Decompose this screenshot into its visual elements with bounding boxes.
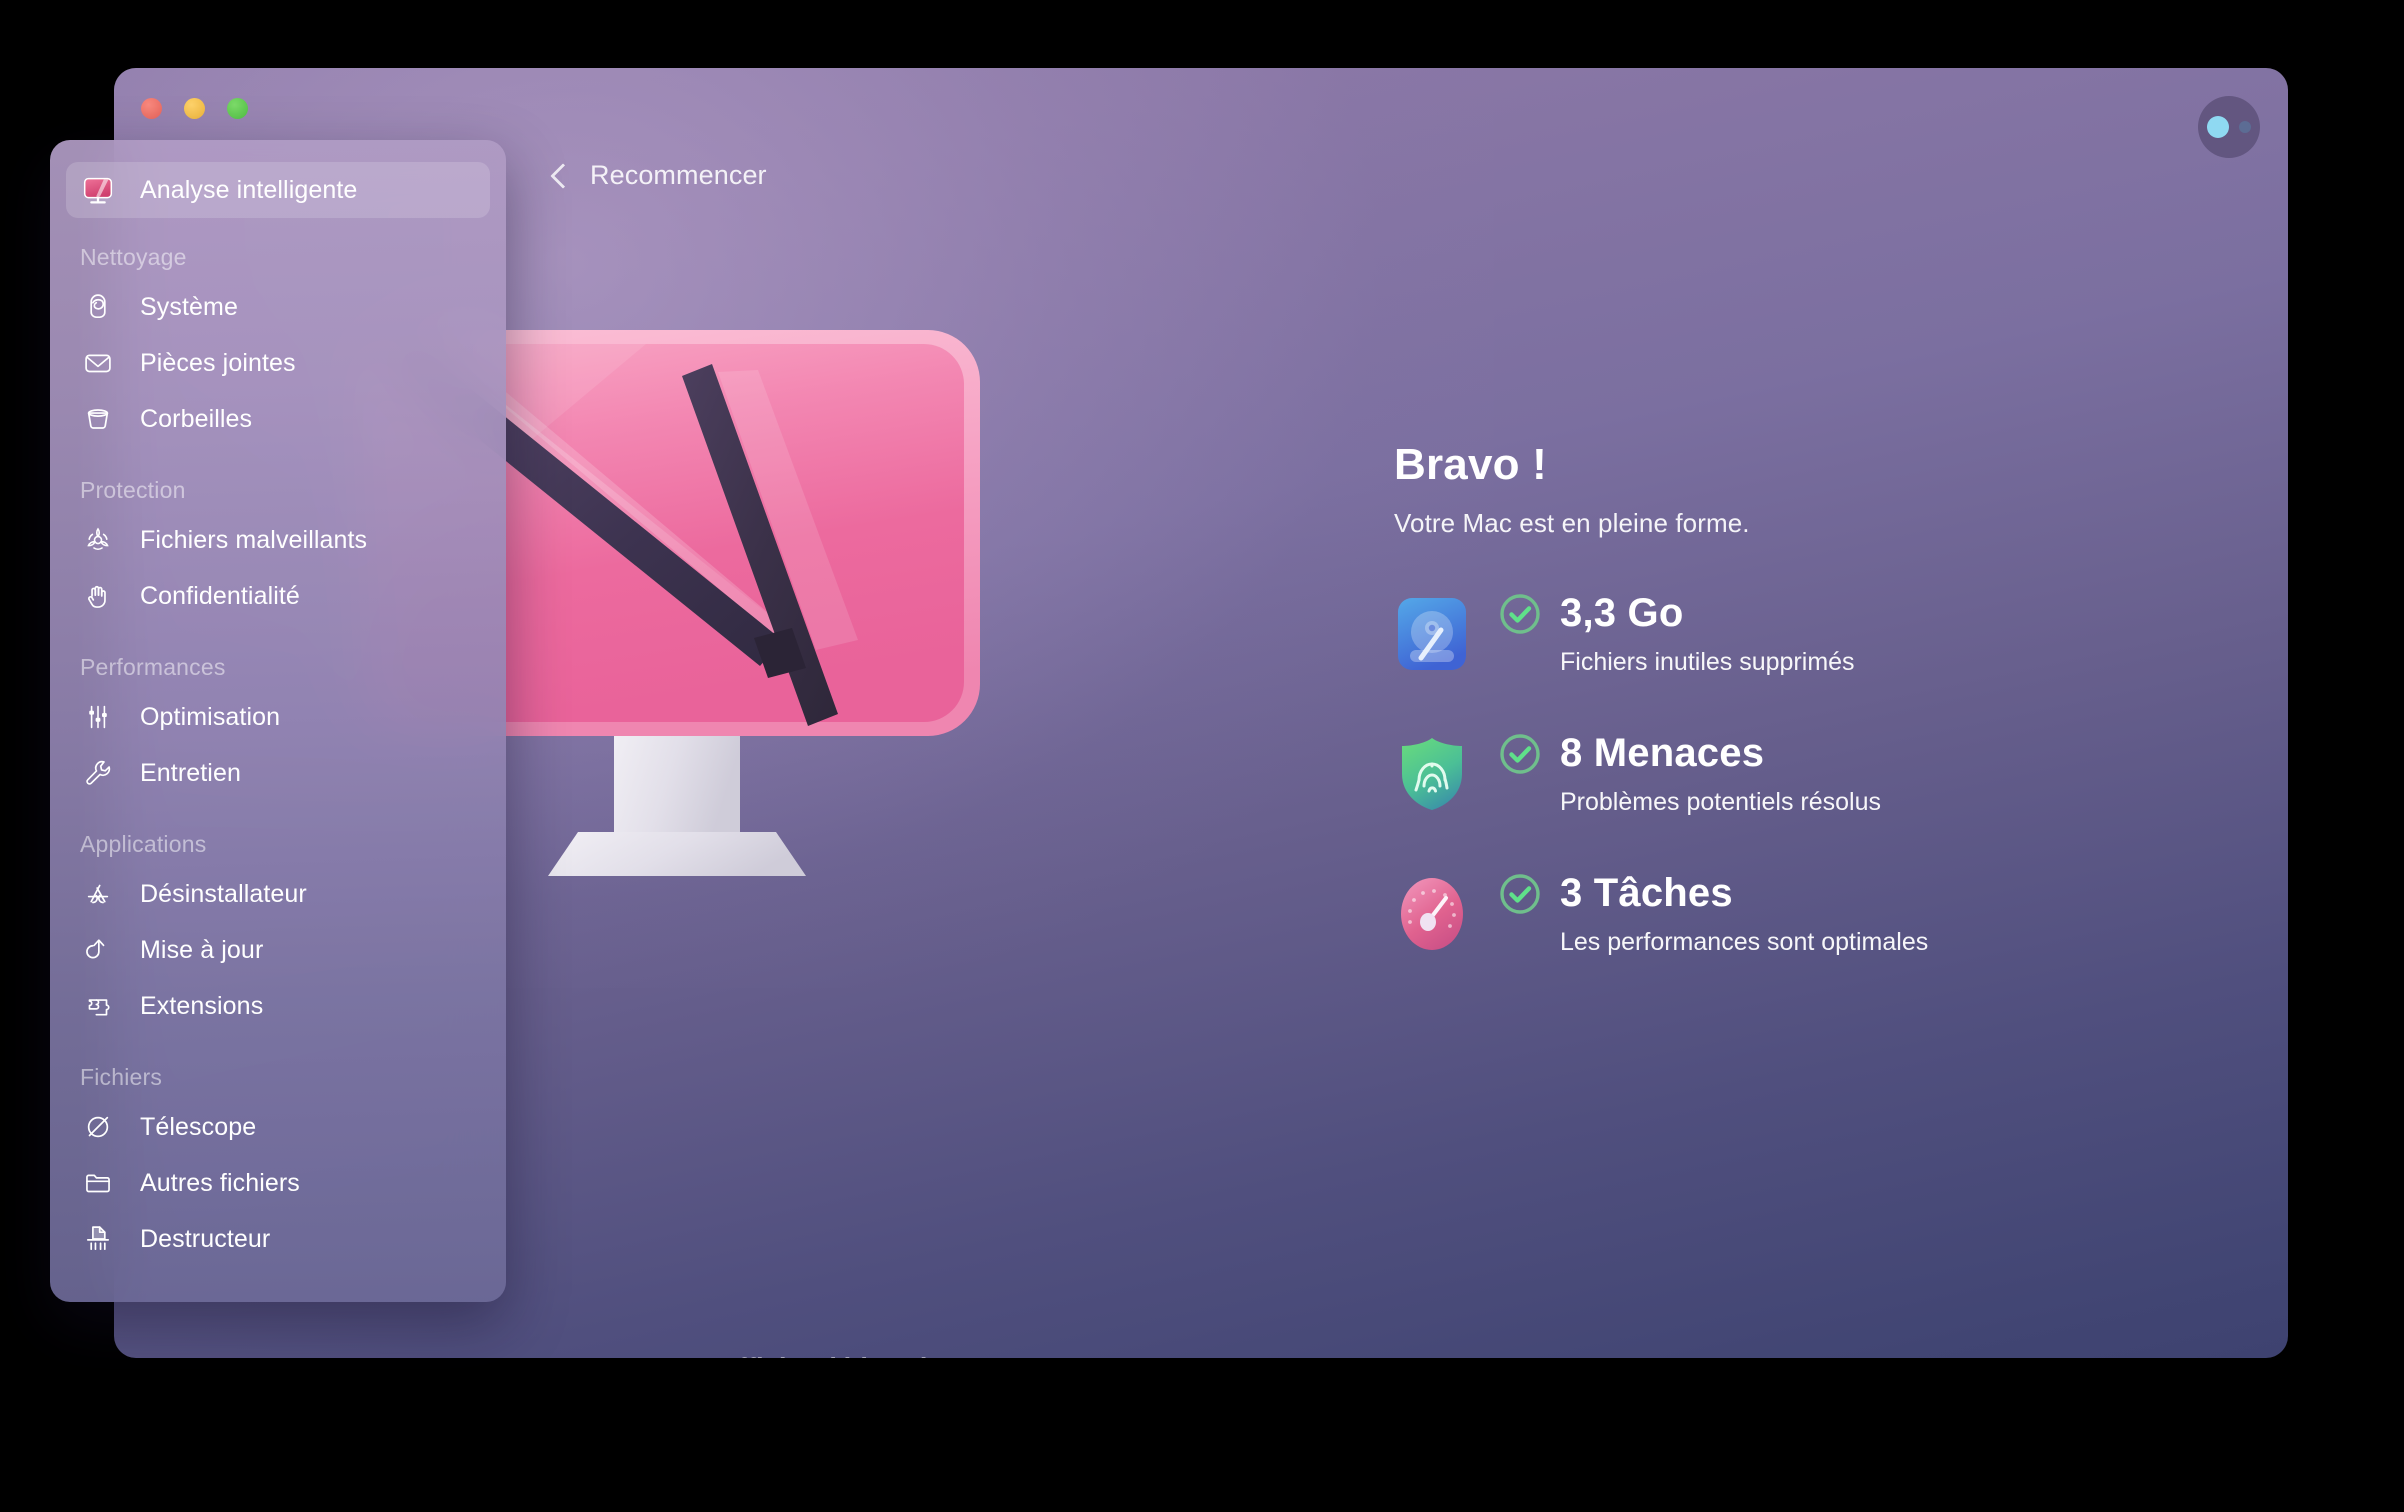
- sidebar-item-label: Mise à jour: [140, 935, 264, 964]
- speedometer-icon: [1394, 876, 1470, 952]
- result-text: 3,3 Go Fichiers inutiles supprimés: [1498, 591, 1855, 677]
- sidebar-group-protection: Protection: [80, 477, 186, 503]
- system-junk-icon: [78, 287, 118, 327]
- result-title-line: 8 Menaces: [1498, 731, 1881, 776]
- malware-biohazard-icon: [78, 520, 118, 560]
- result-caption: Les performances sont optimales: [1560, 928, 1929, 956]
- zoom-button[interactable]: [227, 98, 248, 119]
- sidebar-item-extensions[interactable]: Extensions: [66, 978, 490, 1034]
- sidebar-item-privacy[interactable]: Confidentialité: [66, 568, 490, 624]
- sidebar-item-label: Fichiers malveillants: [140, 525, 368, 554]
- shield-fingerprint-icon: [1394, 736, 1470, 812]
- traffic-lights: [141, 98, 248, 119]
- result-text: 8 Menaces Problèmes potentiels résolus: [1498, 731, 1881, 817]
- sidebar-item-label: Optimisation: [140, 702, 281, 731]
- result-text: 3 Tâches Les performances sont optimales: [1498, 871, 1928, 957]
- check-circle-icon: [1498, 592, 1542, 636]
- sidebar-item-trash-bins[interactable]: Corbeilles: [66, 391, 490, 447]
- sidebar-item-other-files[interactable]: Autres fichiers: [66, 1155, 490, 1211]
- sidebar-item-label: Télescope: [140, 1112, 257, 1141]
- sidebar-item-updater[interactable]: Mise à jour: [66, 922, 490, 978]
- page-subtitle: Votre Mac est en pleine forme.: [1394, 508, 1750, 538]
- shredder-icon: [78, 1219, 118, 1259]
- space-lens-planet-icon: [78, 1107, 118, 1147]
- app-store-uninstaller-icon: [78, 874, 118, 914]
- sidebar-group-cleanup: Nettoyage: [80, 244, 187, 270]
- sidebar: Analyse intelligente Nettoyage Système P…: [50, 140, 506, 1302]
- result-value: 8 Menaces: [1560, 731, 1765, 775]
- sidebar-item-shredder[interactable]: Destructeur: [66, 1211, 490, 1267]
- privacy-hand-icon: [78, 576, 118, 616]
- result-row: 8 Menaces Problèmes potentiels résolus: [1394, 731, 2214, 817]
- minimize-button[interactable]: [184, 98, 205, 119]
- result-value: 3,3 Go: [1560, 591, 1684, 635]
- sidebar-item-label: Confidentialité: [140, 581, 300, 610]
- sidebar-group-files: Fichiers: [80, 1064, 163, 1090]
- scan-results-panel: Bravo ! Votre Mac est en pleine forme. 3…: [1394, 440, 2214, 1011]
- sidebar-group-performance: Performances: [80, 654, 226, 680]
- screen: Bravo ! Votre Mac est en pleine forme. 3…: [0, 0, 2404, 1512]
- sidebar-item-maintenance[interactable]: Entretien: [66, 745, 490, 801]
- smart-scan-icon: [78, 170, 118, 210]
- mail-attachments-icon: [78, 343, 118, 383]
- check-circle-icon: [1498, 732, 1542, 776]
- sidebar-item-label: Entretien: [140, 758, 241, 787]
- page-title: Bravo !: [1394, 440, 1547, 489]
- sidebar-item-space-lens[interactable]: Télescope: [66, 1099, 490, 1155]
- restart-scan-button[interactable]: Recommencer: [550, 160, 767, 191]
- hard-drive-icon: [1394, 596, 1470, 672]
- sidebar-item-label: Autres fichiers: [140, 1168, 300, 1197]
- trash-bins-icon: [78, 399, 118, 439]
- show-history-link[interactable]: Afficher l'historique: [718, 1353, 976, 1358]
- updater-arrow-icon: [78, 930, 118, 970]
- wrench-icon: [78, 753, 118, 793]
- results-list: 3,3 Go Fichiers inutiles supprimés 8 Men…: [1394, 591, 2214, 957]
- close-button[interactable]: [141, 98, 162, 119]
- result-title-line: 3,3 Go: [1498, 591, 1855, 636]
- result-caption: Fichiers inutiles supprimés: [1560, 648, 1855, 676]
- check-circle-icon: [1498, 872, 1542, 916]
- result-caption: Problèmes potentiels résolus: [1560, 788, 1881, 816]
- sidebar-item-uninstaller[interactable]: Désinstallateur: [66, 866, 490, 922]
- sidebar-item-label: Système: [140, 292, 238, 321]
- sidebar-item-label: Analyse intelligente: [140, 175, 358, 204]
- sidebar-item-smart-scan[interactable]: Analyse intelligente: [66, 162, 490, 218]
- menu-orb-button[interactable]: [2198, 96, 2260, 158]
- restart-scan-label: Recommencer: [590, 160, 767, 190]
- result-title-line: 3 Tâches: [1498, 871, 1928, 916]
- sidebar-item-label: Extensions: [140, 991, 264, 1020]
- sidebar-item-label: Désinstallateur: [140, 879, 307, 908]
- sliders-icon: [78, 697, 118, 737]
- puzzle-extension-icon: [78, 986, 118, 1026]
- result-row: 3 Tâches Les performances sont optimales: [1394, 871, 2214, 957]
- orb-primary-dot: [2207, 116, 2229, 138]
- sidebar-item-label: Corbeilles: [140, 404, 253, 433]
- sidebar-group-applications: Applications: [80, 831, 207, 857]
- sidebar-item-label: Destructeur: [140, 1224, 271, 1253]
- sidebar-item-malware[interactable]: Fichiers malveillants: [66, 512, 490, 568]
- sidebar-item-system-junk[interactable]: Système: [66, 279, 490, 335]
- orb-secondary-dot: [2239, 121, 2251, 133]
- result-value: 3 Tâches: [1560, 871, 1733, 915]
- sidebar-item-optimization[interactable]: Optimisation: [66, 689, 490, 745]
- folder-icon: [78, 1163, 118, 1203]
- sidebar-item-label: Pièces jointes: [140, 348, 296, 377]
- sidebar-item-mail-attachments[interactable]: Pièces jointes: [66, 335, 490, 391]
- result-row: 3,3 Go Fichiers inutiles supprimés: [1394, 591, 2214, 677]
- chevron-left-icon: [550, 162, 576, 189]
